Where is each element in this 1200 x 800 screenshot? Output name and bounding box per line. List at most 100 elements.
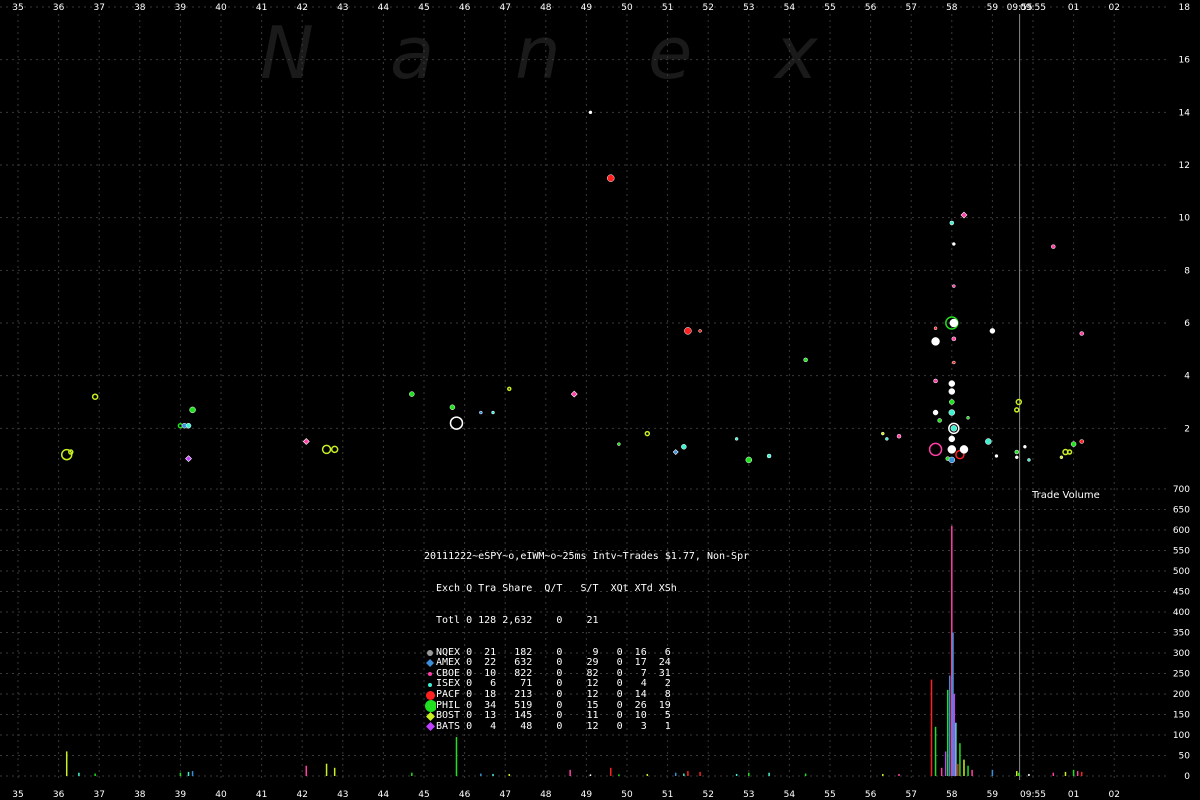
legend-exchange-rows: NQEX 0 21 182 0 9 0 16 6 AMEX 0 22 632 0 … xyxy=(424,647,749,733)
volume-bar xyxy=(957,763,959,776)
legend-panel: 20111222~eSPY~o,eIWM~o~25ms Intv~Trades … xyxy=(424,531,749,743)
trade-point xyxy=(933,378,938,384)
trade-point xyxy=(803,357,808,363)
y-tick-label: 18 xyxy=(1179,3,1191,13)
trade-point xyxy=(1066,449,1073,455)
x-tick-label: 59 xyxy=(987,3,999,13)
x-tick-label: 49 xyxy=(581,790,593,800)
x-tick-label: 54 xyxy=(784,3,796,13)
x-tick-label: 55 xyxy=(824,3,835,13)
volume-bar xyxy=(959,743,961,776)
trade-point xyxy=(91,393,99,400)
y-tick-label: 250 xyxy=(1173,670,1190,680)
y-tick-label: 400 xyxy=(1173,608,1190,618)
trade-point xyxy=(960,211,968,219)
y-tick-label: 10 xyxy=(1179,214,1191,224)
trade-point xyxy=(409,391,415,397)
legend-row: BATS 0 4 48 0 12 0 3 1 xyxy=(424,720,749,733)
legend-row-text: BATS 0 4 48 0 12 0 3 1 xyxy=(436,720,671,732)
x-tick-label: 51 xyxy=(662,790,673,800)
x-tick-label: 36 xyxy=(53,3,65,13)
trade-point xyxy=(885,437,889,441)
x-tick-label: 52 xyxy=(702,790,713,800)
x-tick-label: 55 xyxy=(824,790,835,800)
legend-marker-icon xyxy=(424,699,436,713)
trade-point xyxy=(1079,331,1084,336)
y-tick-label: 200 xyxy=(1173,690,1190,700)
x-axis-bottom-ticks: 35 36 37 38 39 40 41 42 43 44 45 46 47 48 49 50 51 52 53 54… xyxy=(12,790,1120,800)
y-tick-label: 6 xyxy=(1184,319,1190,329)
trade-point xyxy=(321,444,332,455)
x-tick-label: 53 xyxy=(743,3,754,13)
volume-bar xyxy=(699,771,701,776)
volume-bar xyxy=(963,759,965,776)
volume-bar xyxy=(1016,771,1018,776)
x-tick-label: 50 xyxy=(621,790,633,800)
y-tick-label: 700 xyxy=(1173,485,1190,495)
y-tick-label: 450 xyxy=(1173,588,1190,598)
trade-point xyxy=(881,431,885,436)
trade-point xyxy=(1015,455,1019,460)
x-tick-label: 01 xyxy=(1068,790,1079,800)
volume-bar xyxy=(333,767,336,776)
volume-bar xyxy=(492,773,494,776)
legend-marker-icon xyxy=(424,649,436,657)
volume-bar xyxy=(940,767,943,776)
volume-bar xyxy=(480,773,482,776)
trade-point xyxy=(684,327,692,335)
volume-bar xyxy=(944,751,947,776)
trade-point xyxy=(507,386,512,392)
trade-point xyxy=(189,406,196,414)
x-tick-label: 37 xyxy=(93,3,104,13)
x-tick-label: 58 xyxy=(946,3,958,13)
trade-point xyxy=(330,445,339,454)
x-tick-label: 58 xyxy=(946,790,958,800)
x-tick-label: 09:55 xyxy=(1020,790,1046,800)
trade-point xyxy=(681,444,687,450)
legend-total: Totl 0 128 2,632 0 21 xyxy=(436,614,599,626)
y-tick-label: 14 xyxy=(1179,108,1191,118)
x-tick-label: 51 xyxy=(662,3,673,13)
y-tick-label: 650 xyxy=(1173,506,1190,516)
trade-point xyxy=(952,284,956,288)
y-tick-label: 100 xyxy=(1173,731,1190,741)
volume-bar xyxy=(1028,773,1030,776)
y-tick-label: 300 xyxy=(1173,649,1190,659)
legend-marker-icon xyxy=(424,671,436,677)
x-axis-top-ticks: 35 36 37 38 39 40 41 42 43 44 45 46 47 48 49 50 51 52 53 54… xyxy=(12,3,1120,13)
volume-bar xyxy=(646,773,649,776)
y-tick-label: 350 xyxy=(1173,629,1190,639)
volume-bar xyxy=(804,773,807,776)
y-tick-label: 12 xyxy=(1179,161,1190,171)
x-tick-label: 46 xyxy=(459,790,471,800)
trade-point xyxy=(698,329,702,333)
volume-bar xyxy=(65,751,68,776)
trade-point xyxy=(931,337,940,346)
y-axis-volume-ticks: 0 50 100 150 200 250 300 350 400 450 500 550 600 650 7… xyxy=(1173,485,1190,782)
y-tick-label: 150 xyxy=(1173,711,1190,721)
trade-point xyxy=(1014,449,1020,455)
x-tick-label: 44 xyxy=(378,790,390,800)
volume-bar xyxy=(508,773,511,776)
volume-bar xyxy=(687,771,689,776)
x-tick-label: 49 xyxy=(581,3,593,13)
volume-bar xyxy=(78,772,80,776)
trade-point xyxy=(1059,455,1064,460)
trade-point xyxy=(948,456,956,464)
volume-bar xyxy=(898,773,900,776)
watermark-letter: e xyxy=(648,11,692,95)
x-tick-label: 42 xyxy=(296,3,307,13)
volume-bar xyxy=(1080,771,1083,776)
x-tick-label: 35 xyxy=(12,790,23,800)
volume-bar xyxy=(325,763,328,776)
trade-point xyxy=(985,438,992,445)
volume-bar xyxy=(94,773,96,776)
x-tick-label: 59 xyxy=(987,790,999,800)
legend-row-text: PACF 0 18 213 0 12 0 14 8 xyxy=(436,688,671,700)
trade-point xyxy=(947,445,957,454)
volume-bar xyxy=(971,769,973,776)
trade-volume-label: Trade Volume xyxy=(1031,490,1100,501)
x-tick-label: 45 xyxy=(418,3,429,13)
volume-bar xyxy=(1076,771,1079,776)
trade-point xyxy=(948,388,956,395)
